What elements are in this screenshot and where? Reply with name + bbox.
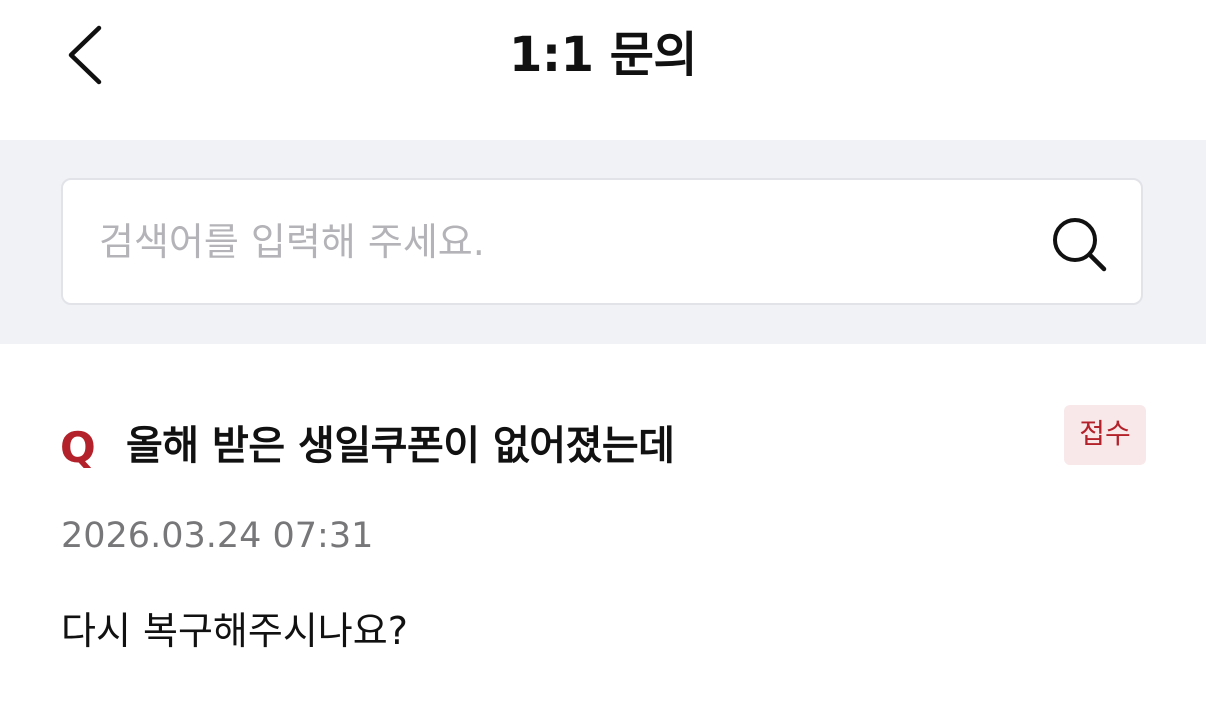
- inquiry-list-item[interactable]: Q 올해 받은 생일쿠폰이 없어졌는데 접수 2026.03.24 07:31 …: [0, 344, 1206, 726]
- question-marker: Q: [60, 423, 96, 472]
- inquiry-body: 다시 복구해주시나요?: [61, 609, 408, 653]
- status-badge: 접수: [1064, 405, 1146, 465]
- search-section: [0, 140, 1206, 344]
- page-title: 1:1 문의: [508, 27, 698, 83]
- inquiry-date: 2026.03.24 07:31: [61, 516, 374, 556]
- search-icon: [1050, 215, 1110, 279]
- search-button[interactable]: [1045, 212, 1115, 282]
- search-input[interactable]: [99, 210, 999, 274]
- app-header: 1:1 문의: [0, 0, 1206, 140]
- search-box: [61, 178, 1143, 305]
- inquiry-title: 올해 받은 생일쿠폰이 없어졌는데: [126, 423, 675, 469]
- inquiry-page: 1:1 문의 Q 올해 받은 생일쿠폰이 없어졌는데 접수 2026.03.24…: [0, 0, 1206, 726]
